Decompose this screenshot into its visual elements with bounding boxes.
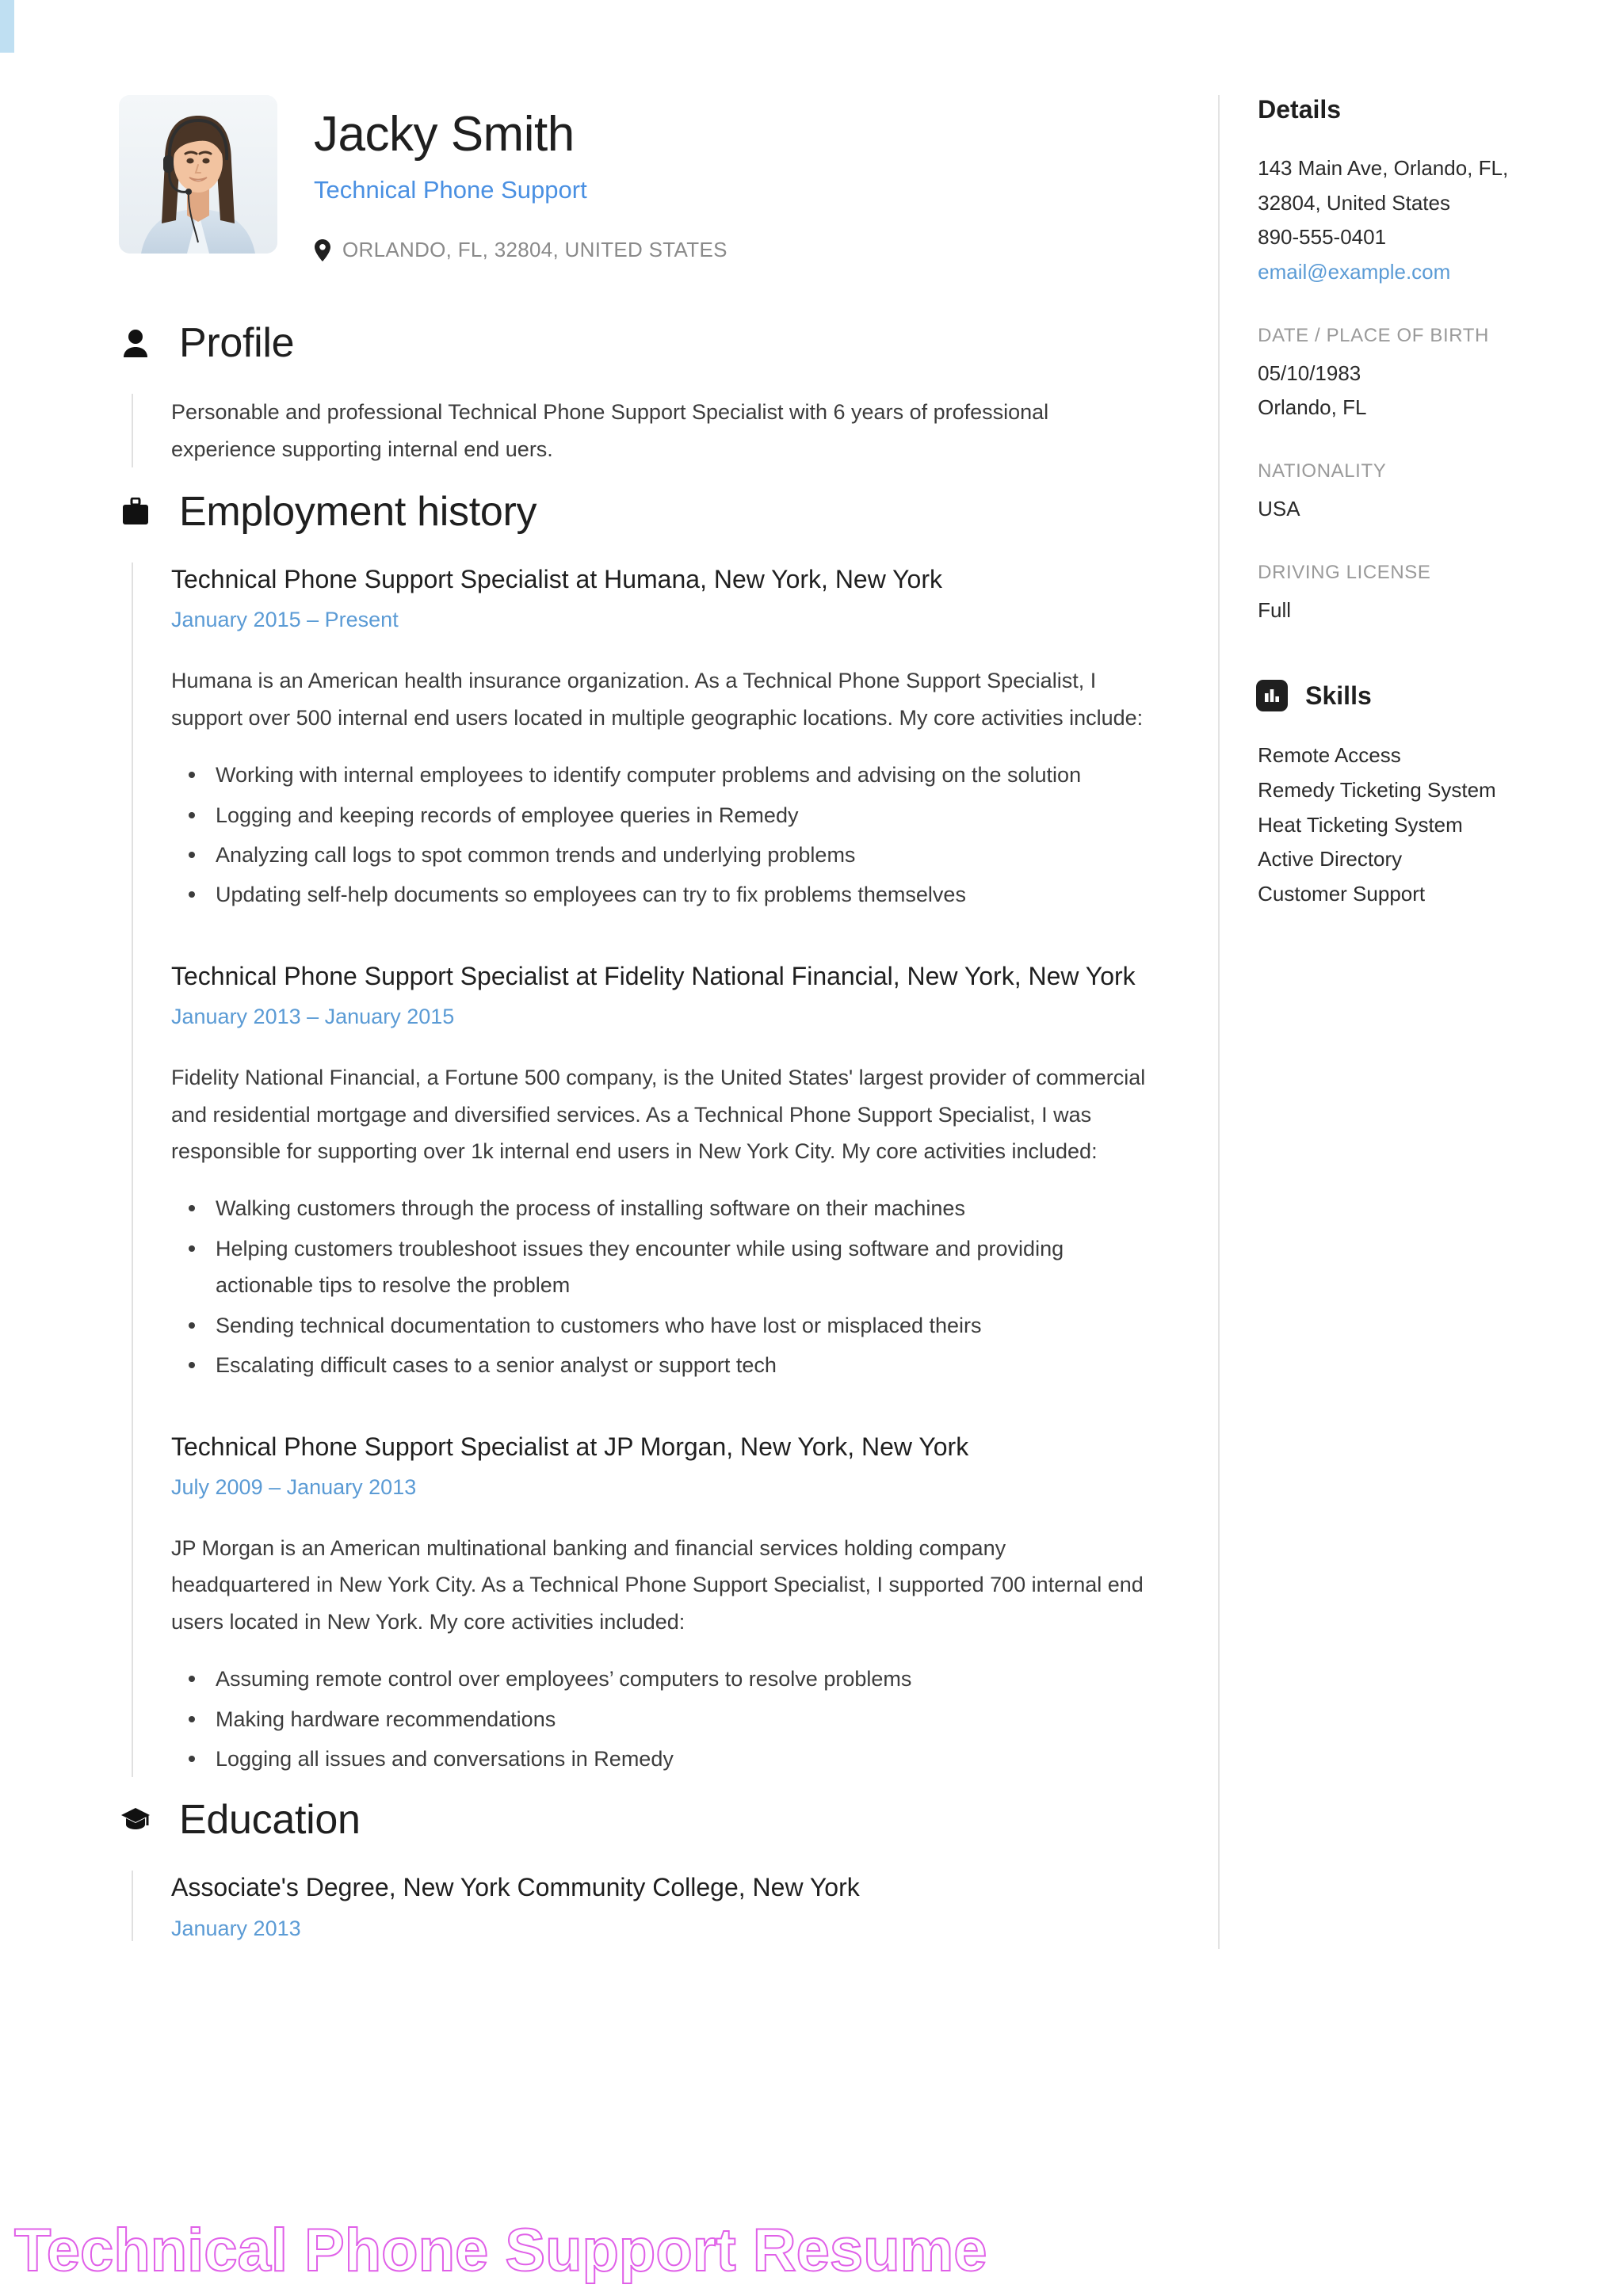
list-item: Working with internal employees to ident… xyxy=(179,757,1147,793)
driving-license-value: Full xyxy=(1258,597,1292,622)
section-education-title: Education xyxy=(179,1797,361,1844)
education-item: Associate's Degree, New York Community C… xyxy=(171,1871,1147,1940)
skill-item: Customer Support xyxy=(1258,882,1426,906)
address-text: 143 Main Ave, Orlando, FL, 32804, United… xyxy=(1258,156,1509,215)
job-dates: January 2013 – January 2015 xyxy=(171,1005,455,1029)
person-job-title: Technical Phone Support xyxy=(314,176,587,204)
list-item: Walking customers through the process of… xyxy=(179,1190,1147,1226)
section-education-body: Associate's Degree, New York Community C… xyxy=(132,1871,1147,1941)
list-item: Updating self-help documents so employee… xyxy=(179,876,1147,913)
job-summary: Humana is an American health insurance o… xyxy=(171,669,1144,730)
avatar xyxy=(119,95,277,254)
job-dates: July 2009 – January 2013 xyxy=(171,1474,417,1499)
dob-block: DATE / PLACE OF BIRTH 05/10/1983 Orlando… xyxy=(1258,325,1544,425)
driving-license-block: DRIVING LICENSE Full xyxy=(1258,562,1544,628)
sidebar-skills-title: Skills xyxy=(1305,681,1372,710)
list-item: Escalating difficult cases to a senior a… xyxy=(179,1347,1147,1383)
employment-item: Technical Phone Support Specialist at Hu… xyxy=(171,563,1147,913)
job-title: Technical Phone Support Specialist at Fi… xyxy=(171,961,1136,990)
education-title: Associate's Degree, New York Community C… xyxy=(171,1873,860,1902)
job-bullets: Assuming remote control over employees’ … xyxy=(179,1661,1147,1777)
skill-item: Heat Ticketing System xyxy=(1258,812,1463,837)
bottom-watermark: Technical Phone Support Resume xyxy=(13,2216,987,2285)
phone-text: 890-555-0401 xyxy=(1258,225,1387,250)
person-location: ORLANDO, FL, 32804, UNITED STATES xyxy=(314,238,727,262)
graduation-cap-icon xyxy=(119,1807,152,1833)
person-icon xyxy=(119,329,152,358)
list-item: Logging and keeping records of employee … xyxy=(179,797,1147,833)
dob-label: DATE / PLACE OF BIRTH xyxy=(1258,324,1489,346)
section-employment-heading: Employment history xyxy=(119,488,1147,536)
map-pin-icon xyxy=(314,238,331,261)
job-bullets: Working with internal employees to ident… xyxy=(179,757,1147,913)
skill-item: Active Directory xyxy=(1258,847,1403,871)
sidebar: Details 143 Main Ave, Orlando, FL, 32804… xyxy=(1218,95,1544,1949)
job-summary: Fidelity National Financial, a Fortune 5… xyxy=(171,1066,1146,1163)
sidebar-skills-heading: Skills xyxy=(1256,680,1544,712)
header-text: Jacky Smith Technical Phone Support ORLA… xyxy=(314,95,727,262)
sidebar-details-title: Details xyxy=(1258,95,1342,124)
person-location-text: ORLANDO, FL, 32804, UNITED STATES xyxy=(342,238,727,262)
job-title: Technical Phone Support Specialist at Hu… xyxy=(171,565,942,594)
nationality-block: NATIONALITY USA xyxy=(1258,460,1544,527)
job-title: Technical Phone Support Specialist at JP… xyxy=(171,1432,969,1461)
profile-text: Personable and professional Technical Ph… xyxy=(171,400,1049,461)
email-link[interactable]: email@example.com xyxy=(1258,255,1544,290)
employment-item: Technical Phone Support Specialist at Fi… xyxy=(171,959,1147,1384)
page-title: Jacky Smith xyxy=(314,107,575,162)
resume-content: Jacky Smith Technical Phone Support ORLA… xyxy=(0,0,1623,1949)
job-bullets: Walking customers through the process of… xyxy=(179,1190,1147,1383)
section-education-heading: Education xyxy=(119,1796,1147,1844)
driving-license-label: DRIVING LICENSE xyxy=(1258,561,1431,583)
list-item: Helping customers troubleshoot issues th… xyxy=(179,1230,1147,1304)
skill-item: Remote Access xyxy=(1258,743,1401,768)
list-item: Logging all issues and conversations in … xyxy=(179,1741,1147,1777)
skills-list: Remote Access Remedy Ticketing System He… xyxy=(1258,738,1544,911)
list-item: Making hardware recommendations xyxy=(179,1701,1147,1737)
dob-date: 05/10/1983 xyxy=(1258,360,1361,385)
job-summary: JP Morgan is an American multinational b… xyxy=(171,1535,1144,1634)
bar-chart-icon xyxy=(1256,680,1289,712)
education-dates: January 2013 xyxy=(171,1916,301,1940)
section-profile-body: Personable and professional Technical Ph… xyxy=(132,394,1147,468)
nationality-label: NATIONALITY xyxy=(1258,460,1387,482)
nationality-value: USA xyxy=(1258,497,1300,521)
dob-place: Orlando, FL xyxy=(1258,395,1367,420)
list-item: Sending technical documentation to custo… xyxy=(179,1307,1147,1344)
resume-header: Jacky Smith Technical Phone Support ORLA… xyxy=(119,95,1147,262)
section-employment-title: Employment history xyxy=(179,489,537,536)
avatar-photo xyxy=(119,95,277,254)
employment-item: Technical Phone Support Specialist at JP… xyxy=(171,1430,1147,1778)
job-dates: January 2015 – Present xyxy=(171,608,399,632)
section-profile-title: Profile xyxy=(179,320,295,367)
list-item: Analyzing call logs to spot common trend… xyxy=(179,837,1147,873)
list-item: Assuming remote control over employees’ … xyxy=(179,1661,1147,1697)
section-employment: Employment history Technical Phone Suppo… xyxy=(119,488,1147,1778)
resume-page: LICTH xyxy=(0,0,1623,2296)
section-education: Education Associate's Degree, New York C… xyxy=(119,1796,1147,1941)
briefcase-icon xyxy=(119,498,152,526)
contact-block: 143 Main Ave, Orlando, FL, 32804, United… xyxy=(1258,151,1544,290)
section-profile-heading: Profile xyxy=(119,319,1147,367)
section-profile: Profile Personable and professional Tech… xyxy=(119,319,1147,468)
skill-item: Remedy Ticketing System xyxy=(1258,778,1496,803)
main-column: Jacky Smith Technical Phone Support ORLA… xyxy=(119,95,1218,1949)
section-employment-body: Technical Phone Support Specialist at Hu… xyxy=(132,563,1147,1778)
